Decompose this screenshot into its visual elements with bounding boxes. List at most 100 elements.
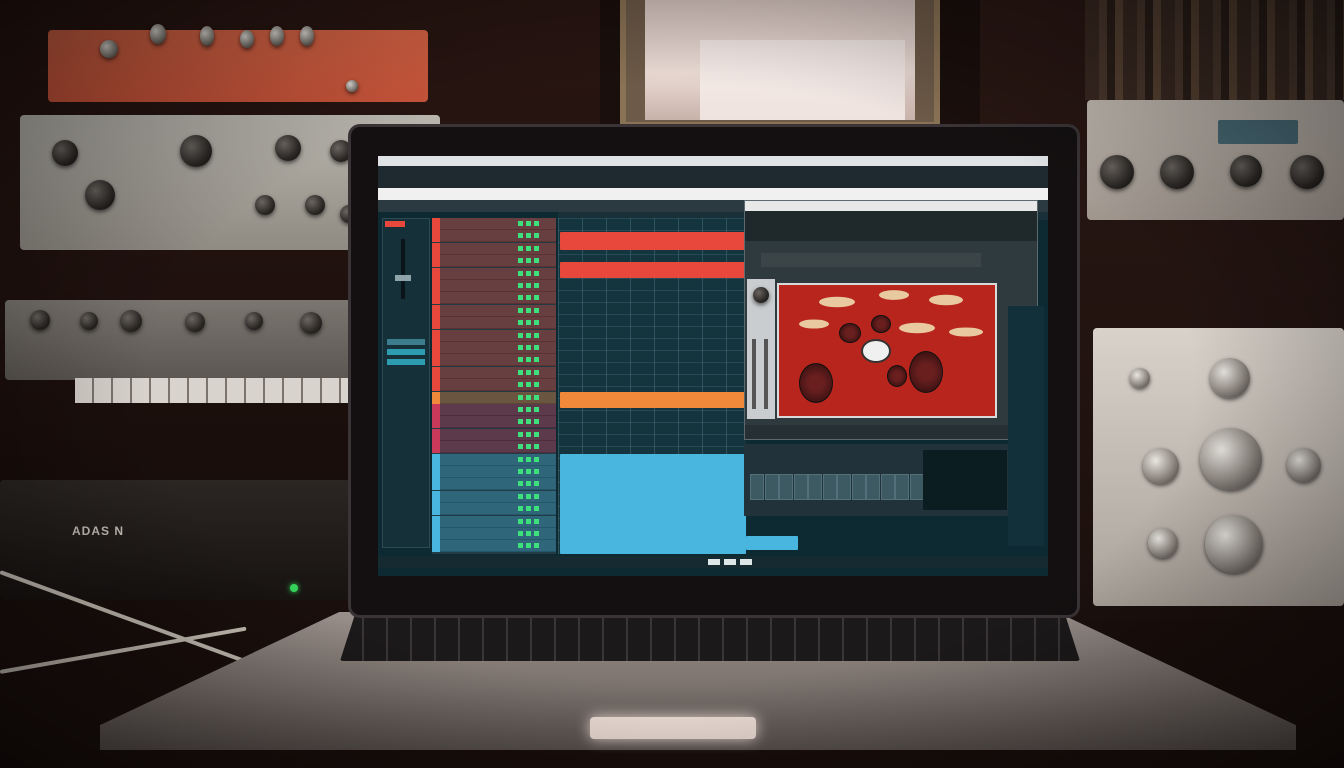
track-row[interactable]	[432, 329, 556, 342]
knob[interactable]	[753, 287, 769, 303]
track-row[interactable]	[432, 428, 556, 441]
track-button[interactable]	[518, 407, 523, 412]
mixer-channel-strip[interactable]	[793, 474, 808, 500]
cymbal-icon[interactable]	[879, 290, 909, 300]
midi-clip[interactable]	[560, 454, 746, 554]
track-button[interactable]	[534, 481, 539, 487]
mixer-channel-strip[interactable]	[837, 474, 851, 500]
track-button[interactable]	[526, 518, 531, 524]
track-button[interactable]	[534, 369, 539, 375]
transport-button[interactable]	[740, 559, 752, 565]
transport-button[interactable]	[708, 559, 720, 565]
track-row[interactable]	[432, 292, 556, 305]
cymbal-icon[interactable]	[819, 296, 855, 308]
drum-kit-display[interactable]	[777, 283, 997, 418]
track-button[interactable]	[518, 444, 523, 450]
track-button[interactable]	[526, 245, 531, 251]
plugin-title-bar[interactable]	[745, 201, 1037, 211]
track-row[interactable]	[432, 242, 556, 255]
inspector-section[interactable]	[387, 349, 425, 355]
kick-drum-icon[interactable]	[861, 339, 891, 363]
track-row[interactable]	[432, 280, 556, 292]
mixer-channel-strip[interactable]	[764, 474, 779, 500]
track-button[interactable]	[518, 357, 523, 363]
track-button[interactable]	[518, 270, 523, 276]
midi-clip[interactable]	[560, 232, 746, 250]
track-button[interactable]	[518, 332, 523, 338]
track-button[interactable]	[518, 283, 523, 288]
channel-fader[interactable]	[395, 275, 411, 281]
plugin-toolbar[interactable]	[745, 211, 1037, 241]
track-button[interactable]	[526, 493, 531, 499]
track-button[interactable]	[534, 444, 539, 450]
track-button[interactable]	[518, 295, 523, 301]
track-button[interactable]	[526, 456, 531, 462]
track-row[interactable]	[432, 379, 556, 392]
track-button[interactable]	[518, 233, 523, 239]
track-button[interactable]	[526, 394, 531, 400]
arrange-window[interactable]	[558, 218, 746, 554]
mixer-channel-strip[interactable]	[851, 474, 866, 500]
track-row[interactable]	[432, 503, 556, 516]
track-button[interactable]	[534, 431, 539, 437]
track-button[interactable]	[534, 419, 539, 425]
track-row[interactable]	[432, 218, 556, 230]
track-button[interactable]	[518, 531, 523, 536]
track-button[interactable]	[526, 270, 531, 276]
track-button[interactable]	[518, 394, 523, 400]
track-button[interactable]	[518, 307, 523, 313]
track-button[interactable]	[518, 493, 523, 499]
track-row[interactable]	[432, 441, 556, 454]
track-button[interactable]	[534, 332, 539, 338]
track-button[interactable]	[526, 419, 531, 425]
track-button[interactable]	[518, 518, 523, 524]
track-list[interactable]	[432, 218, 556, 554]
midi-clip[interactable]	[560, 262, 746, 278]
track-button[interactable]	[534, 221, 539, 226]
mixer-channel-strip[interactable]	[866, 474, 880, 500]
track-button[interactable]	[526, 258, 531, 264]
track-button[interactable]	[526, 469, 531, 474]
track-button[interactable]	[526, 506, 531, 512]
track-button[interactable]	[518, 369, 523, 375]
drum-plugin-window[interactable]	[744, 200, 1038, 440]
track-row[interactable]	[432, 366, 556, 379]
track-button[interactable]	[526, 444, 531, 450]
track-button[interactable]	[534, 283, 539, 288]
track-button[interactable]	[534, 245, 539, 251]
track-button[interactable]	[526, 481, 531, 487]
track-button[interactable]	[534, 407, 539, 412]
track-button[interactable]	[518, 382, 523, 388]
track-button[interactable]	[518, 543, 523, 549]
track-button[interactable]	[526, 332, 531, 338]
track-button[interactable]	[526, 283, 531, 288]
track-button[interactable]	[534, 258, 539, 264]
track-row[interactable]	[432, 515, 556, 528]
track-button[interactable]	[518, 245, 523, 251]
mixer-channel-strip[interactable]	[909, 474, 924, 500]
track-row[interactable]	[432, 528, 556, 540]
track-button[interactable]	[526, 357, 531, 363]
track-row[interactable]	[432, 391, 556, 404]
os-menu-bar[interactable]	[378, 156, 1048, 166]
floor-tom-icon[interactable]	[799, 363, 833, 403]
track-row[interactable]	[432, 354, 556, 367]
track-button[interactable]	[534, 506, 539, 512]
track-button[interactable]	[526, 431, 531, 437]
track-button[interactable]	[526, 369, 531, 375]
track-button[interactable]	[534, 345, 539, 350]
track-button[interactable]	[534, 233, 539, 239]
track-button[interactable]	[534, 270, 539, 276]
track-row[interactable]	[432, 466, 556, 478]
right-zone[interactable]	[1008, 306, 1044, 546]
track-button[interactable]	[518, 345, 523, 350]
track-button[interactable]	[526, 531, 531, 536]
track-button[interactable]	[518, 419, 523, 425]
track-button[interactable]	[526, 307, 531, 313]
track-button[interactable]	[518, 481, 523, 487]
track-button[interactable]	[518, 456, 523, 462]
plugin-preset-bar[interactable]	[761, 253, 981, 267]
slider-track[interactable]	[752, 339, 756, 409]
snare-drum-icon[interactable]	[887, 365, 907, 387]
slider-track[interactable]	[764, 339, 768, 409]
